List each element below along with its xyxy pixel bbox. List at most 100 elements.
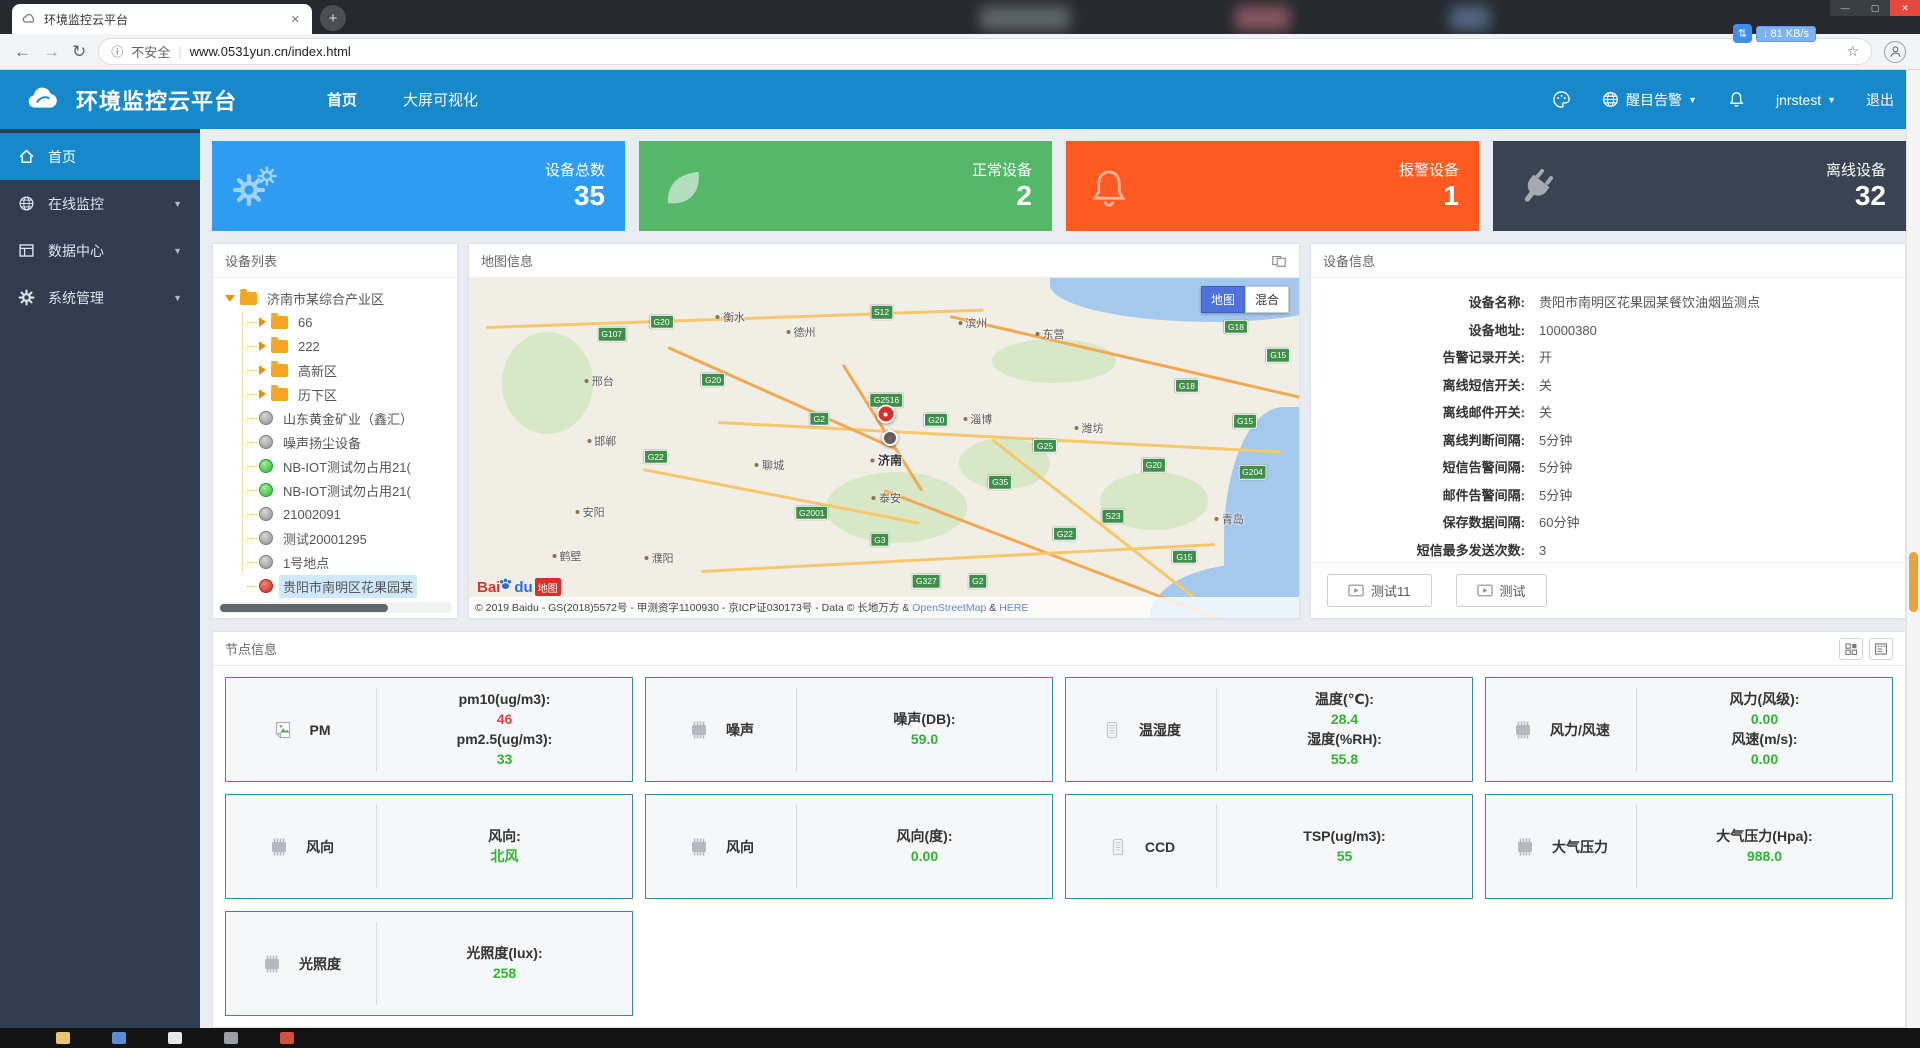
download-speed-overlay[interactable]: ⇅ ↓ 81 KB/s bbox=[1733, 24, 1816, 43]
map-marker-offline[interactable] bbox=[882, 430, 898, 446]
chip-icon bbox=[268, 836, 290, 858]
forward-button[interactable]: → bbox=[43, 42, 60, 62]
tree-device-node[interactable]: 测试20001295 bbox=[223, 526, 457, 550]
list-view-button[interactable] bbox=[1869, 638, 1893, 660]
sensor-card[interactable]: 大气压力大气压力(Hpa):988.0 bbox=[1485, 794, 1893, 899]
tree-device-node[interactable]: 山东黄金矿业（鑫汇） bbox=[223, 406, 457, 430]
sidebar-item-data[interactable]: 数据中心▼ bbox=[0, 227, 200, 274]
chip-outline-icon bbox=[1107, 836, 1129, 858]
sensor-card[interactable]: PMpm10(ug/m3):46pm2.5(ug/m3):33 bbox=[225, 677, 633, 782]
sensor-card[interactable]: 风向风向(度):0.00 bbox=[645, 794, 1053, 899]
download-manager-icon[interactable]: ⇅ bbox=[1733, 24, 1752, 43]
stat-text: 正常设备2 bbox=[972, 159, 1032, 212]
chevron-down-icon: ▼ bbox=[173, 199, 182, 209]
sidebar-item-home[interactable]: 首页 bbox=[0, 133, 200, 180]
logout-button[interactable]: 退出 bbox=[1866, 90, 1894, 110]
header-right: 醒目告警 ▼ jnrstest ▼ 退出 bbox=[1552, 90, 1894, 110]
panels-icon[interactable] bbox=[1271, 253, 1287, 269]
taskbar-app-icon[interactable] bbox=[56, 1032, 70, 1044]
header-nav-item[interactable]: 大屏可视化 bbox=[403, 89, 478, 110]
test-button-2[interactable]: 测试 bbox=[1456, 574, 1547, 607]
stat-card-alarm[interactable]: 报警设备1 bbox=[1066, 141, 1479, 231]
screen: 环境监控云平台 ✕ + — ▢ ✕ ← → ↻ ⓘ 不安全 | www.0531… bbox=[0, 0, 1920, 1048]
road-shield-badge: G22 bbox=[1053, 526, 1077, 541]
close-button[interactable]: ✕ bbox=[1890, 0, 1920, 16]
bookmark-star-icon[interactable]: ☆ bbox=[1846, 43, 1859, 60]
sensor-card[interactable]: 光照度光照度(lux):258 bbox=[225, 911, 633, 1016]
stat-card-offline[interactable]: 离线设备32 bbox=[1493, 141, 1906, 231]
taskbar-app-icon[interactable] bbox=[224, 1032, 238, 1044]
tree-device-node[interactable]: NB-IOT测试勿占用21( bbox=[223, 478, 457, 502]
taskbar-app-icon[interactable] bbox=[280, 1032, 294, 1044]
new-tab-button[interactable]: + bbox=[320, 5, 346, 31]
sidebar-item-monitor[interactable]: 在线监控▼ bbox=[0, 180, 200, 227]
horizontal-scrollbar[interactable] bbox=[218, 602, 452, 613]
tree-device-node[interactable]: 贵阳市南明区花果园某 bbox=[223, 574, 457, 598]
tree-expand-icon[interactable] bbox=[259, 389, 266, 399]
taskbar-app-icon[interactable] bbox=[168, 1032, 182, 1044]
device-list-panel: 设备列表 济南市某综合产业区66222高新区历下区山东黄金矿业（鑫汇）噪声扬尘设… bbox=[212, 243, 458, 619]
page-scrollbar-thumb[interactable] bbox=[1909, 552, 1918, 612]
address-bar[interactable]: ⓘ 不安全 | www.0531yun.cn/index.html ☆ bbox=[98, 38, 1872, 65]
sensor-card[interactable]: 温湿度温度(℃):28.4湿度(%RH):55.8 bbox=[1065, 677, 1473, 782]
minimize-button[interactable]: — bbox=[1830, 0, 1860, 16]
card-view-button[interactable] bbox=[1839, 638, 1863, 660]
profile-avatar-icon[interactable] bbox=[1884, 41, 1906, 63]
back-button[interactable]: ← bbox=[14, 42, 31, 62]
sensor-card[interactable]: 噪声噪声(DB):59.0 bbox=[645, 677, 1053, 782]
sensor-card-left: 风向 bbox=[226, 795, 376, 898]
map-type-hybrid-button[interactable]: 混合 bbox=[1245, 286, 1289, 313]
chevron-down-icon: ▼ bbox=[1827, 95, 1836, 105]
map-type-map-button[interactable]: 地图 bbox=[1201, 286, 1245, 313]
chip-icon bbox=[1514, 836, 1536, 858]
tree-expand-icon[interactable] bbox=[259, 365, 266, 375]
map-road bbox=[1191, 366, 1194, 367]
device-info-label: 离线短信开关: bbox=[1325, 377, 1525, 394]
tree-expand-icon[interactable] bbox=[259, 341, 266, 351]
sensor-card-left: 光照度 bbox=[226, 912, 376, 1015]
tree-device-node[interactable]: 1号地点 bbox=[223, 550, 457, 574]
tree-root-node[interactable]: 济南市某综合产业区 bbox=[223, 286, 457, 310]
notifications-bell-icon[interactable] bbox=[1727, 90, 1746, 109]
attribution-here-link[interactable]: HERE bbox=[999, 602, 1028, 614]
device-info-row: 保存数据间隔:60分钟 bbox=[1325, 514, 1891, 531]
tree-expand-icon[interactable] bbox=[259, 317, 266, 327]
map-marker-alarm[interactable] bbox=[876, 405, 895, 424]
tree-folder-node[interactable]: 高新区 bbox=[223, 358, 457, 382]
stat-card-normal[interactable]: 正常设备2 bbox=[639, 141, 1052, 231]
tree-device-node[interactable]: NB-IOT测试勿占用21( bbox=[223, 454, 457, 478]
sensor-card[interactable]: 风力/风速风力(风级):0.00风速(m/s):0.00 bbox=[1485, 677, 1893, 782]
tree-folder-node[interactable]: 历下区 bbox=[223, 382, 457, 406]
info-icon[interactable]: ⓘ bbox=[111, 43, 123, 60]
sensor-metrics: 光照度(lux):258 bbox=[377, 912, 632, 1015]
baidu-map[interactable]: 地图混合 Bai du 地图 © 2019 Baidu - GS(2018)55… bbox=[469, 278, 1299, 618]
road-shield-badge: G18 bbox=[1175, 379, 1199, 394]
browser-tab[interactable]: 环境监控云平台 ✕ bbox=[12, 4, 312, 34]
user-menu[interactable]: jnrstest ▼ bbox=[1776, 92, 1836, 108]
tree-expand-icon[interactable] bbox=[225, 295, 235, 302]
reload-button[interactable]: ↻ bbox=[72, 42, 86, 62]
test-button-label: 测试11 bbox=[1371, 581, 1411, 600]
page-scrollbar[interactable] bbox=[1906, 70, 1920, 1028]
sidebar-item-system[interactable]: 系统管理▼ bbox=[0, 274, 200, 321]
url-text[interactable]: www.0531yun.cn/index.html bbox=[190, 44, 351, 59]
stat-card-total[interactable]: 设备总数35 bbox=[212, 141, 625, 231]
tree-folder-node[interactable]: 222 bbox=[223, 334, 457, 358]
taskbar-app-icon[interactable] bbox=[112, 1032, 126, 1044]
tree-device-node[interactable]: 10002388 bbox=[223, 598, 457, 599]
map-city-label: 聊城 bbox=[755, 457, 784, 473]
tree-folder-node[interactable]: 66 bbox=[223, 310, 457, 334]
attribution-osm-link[interactable]: OpenStreetMap bbox=[912, 602, 986, 614]
alert-mode-dropdown[interactable]: 醒目告警 ▼ bbox=[1601, 90, 1697, 110]
test-button-1[interactable]: 测试11 bbox=[1327, 574, 1432, 607]
tab-close-icon[interactable]: ✕ bbox=[289, 13, 302, 26]
header-nav-item[interactable]: 首页 bbox=[327, 89, 357, 110]
tree-device-node[interactable]: 21002091 bbox=[223, 502, 457, 526]
scrollbar-thumb[interactable] bbox=[220, 604, 388, 612]
maximize-button[interactable]: ▢ bbox=[1860, 0, 1890, 16]
city-name: 濮阳 bbox=[652, 550, 674, 566]
sensor-card[interactable]: 风向风向:北风 bbox=[225, 794, 633, 899]
theme-palette-icon[interactable] bbox=[1552, 90, 1571, 109]
sensor-card[interactable]: CCDTSP(ug/m3):55 bbox=[1065, 794, 1473, 899]
tree-device-node[interactable]: 噪声扬尘设备 bbox=[223, 430, 457, 454]
